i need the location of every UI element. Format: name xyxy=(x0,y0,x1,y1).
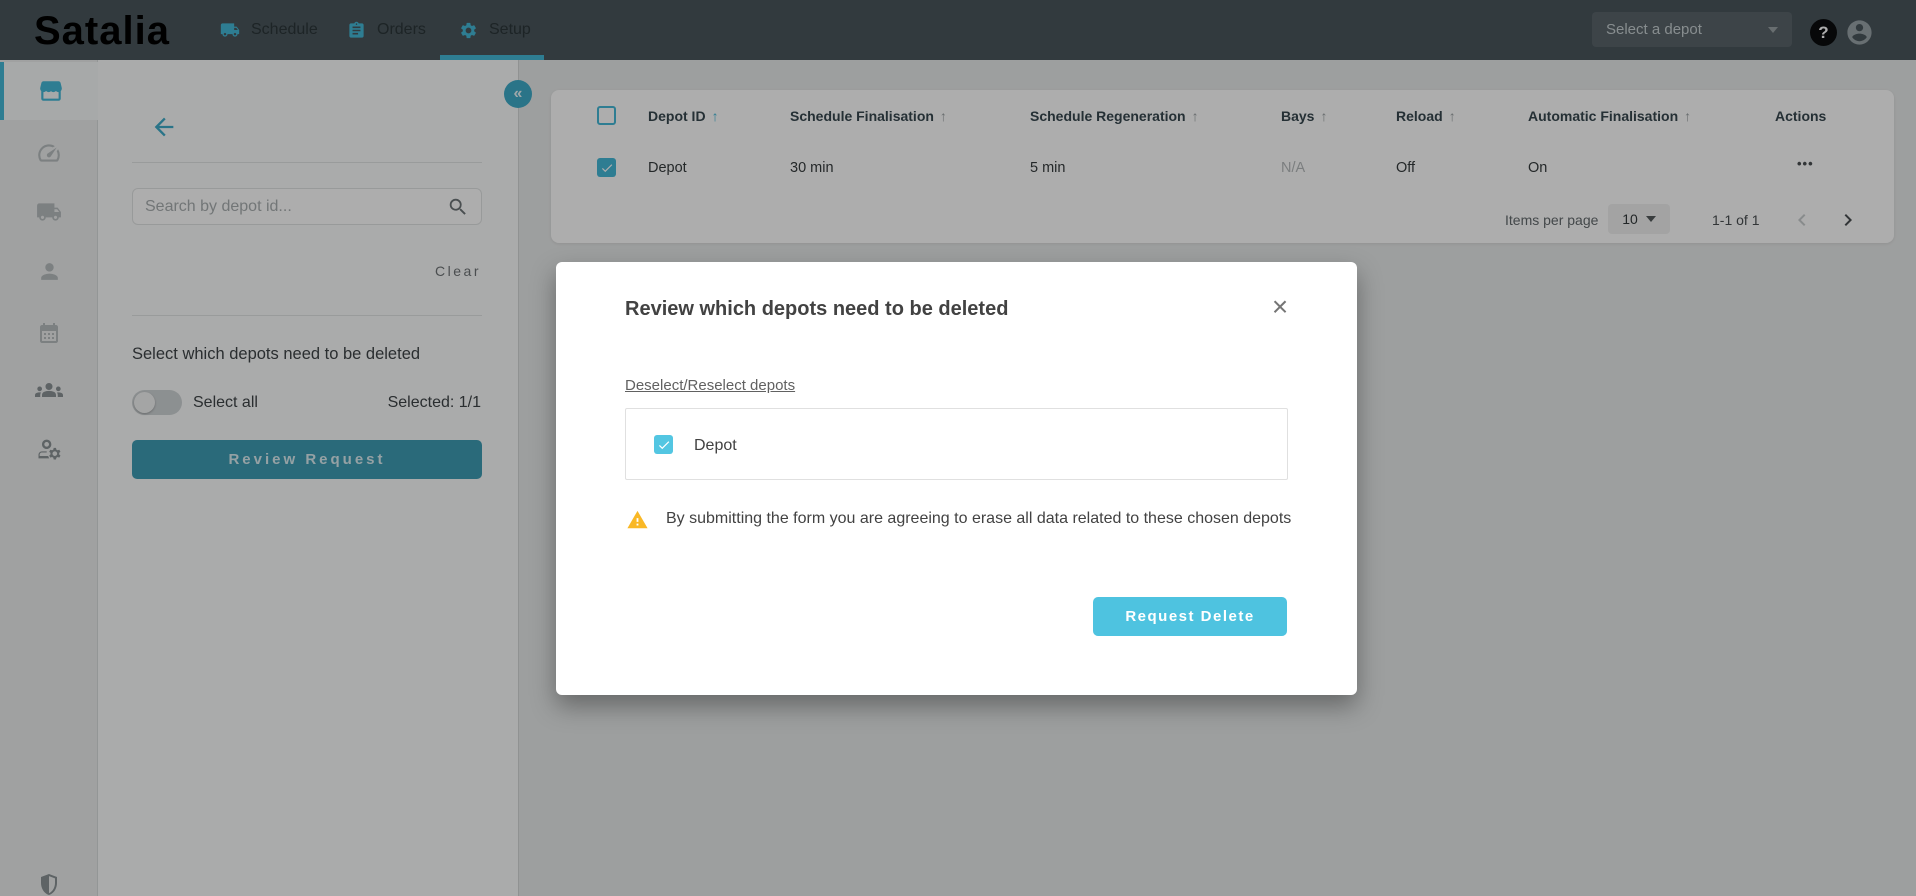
depot-checkbox[interactable] xyxy=(654,435,673,454)
depot-checkbox-label: Depot xyxy=(694,437,737,455)
deselect-reselect-link[interactable]: Deselect/Reselect depots xyxy=(625,377,795,394)
request-delete-button[interactable]: Request Delete xyxy=(1093,597,1287,636)
modal-title: Review which depots need to be deleted xyxy=(625,298,1008,321)
close-icon: × xyxy=(1272,291,1288,323)
modal-close-button[interactable]: × xyxy=(1262,289,1298,325)
warning-text: By submitting the form you are agreeing … xyxy=(666,508,1291,530)
depot-selection-box: Depot xyxy=(625,408,1288,480)
warning-row: By submitting the form you are agreeing … xyxy=(625,508,1295,531)
delete-review-modal: Review which depots need to be deleted ×… xyxy=(556,262,1357,695)
warning-icon xyxy=(625,509,650,531)
check-icon xyxy=(657,438,671,452)
